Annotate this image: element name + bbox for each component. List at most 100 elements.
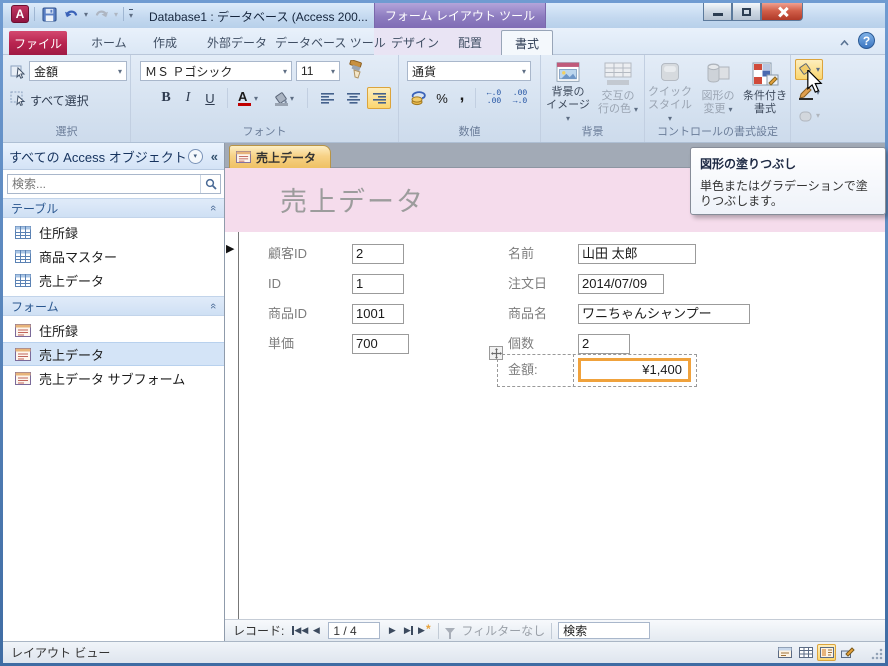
save-button[interactable] [40,5,58,23]
nav-pane-header[interactable]: すべての Access オブジェクト ▾ « [3,143,224,170]
field-label-id[interactable]: ID [268,274,281,294]
field-value-kosuu[interactable]: 2 [578,334,630,354]
layout-view-button[interactable] [817,644,836,661]
tab-format[interactable]: 書式 [501,30,553,55]
field-value-chuumonbi[interactable]: 2014/07/09 [578,274,664,294]
tab-create[interactable]: 作成 [153,34,177,51]
field-label-namae[interactable]: 名前 [508,244,534,264]
chevron-down-icon: ▾ [289,93,294,103]
field-value-kokyaku-id[interactable]: 2 [352,244,404,264]
fill-color-button[interactable]: ▾ [267,87,301,109]
tab-database-tools[interactable]: データベース ツール [275,34,386,51]
field-value-shouhin-id[interactable]: 1001 [352,304,404,324]
align-right-button[interactable] [367,87,391,109]
nav-item-table-uriage-data[interactable]: 売上データ [3,268,224,292]
underline-button[interactable]: U [199,87,221,109]
bold-button[interactable]: B [155,87,177,109]
tab-file[interactable]: ファイル [9,31,67,55]
field-label-tanka[interactable]: 単価 [268,334,294,354]
previous-record-button[interactable]: ◀ [308,623,324,639]
new-record-button[interactable]: ▶ * [416,622,432,639]
number-format-combo[interactable]: 通貨 ▾ [407,61,531,81]
undo-button[interactable] [62,5,80,23]
object-select-icon [10,65,26,79]
field-label-chuumonbi[interactable]: 注文日 [508,274,547,294]
select-all-button[interactable]: すべて選択 [30,92,89,109]
nav-item-form-uriage-subform[interactable]: 売上データ サブフォーム [3,366,224,390]
field-value-tanka[interactable]: 700 [352,334,409,354]
nav-item-table-shouhin-master[interactable]: 商品マスター [3,244,224,268]
font-color-button[interactable]: A ▾ [233,87,263,109]
field-label-shouhin-id[interactable]: 商品ID [268,304,307,324]
align-left-button[interactable] [315,87,339,109]
resize-grip[interactable] [871,648,883,660]
tab-arrange[interactable]: 配置 [458,34,482,51]
conditional-formatting-icon [752,62,779,86]
format-painter-icon[interactable] [347,60,365,80]
tab-external-data[interactable]: 外部データ [207,34,267,51]
nav-pane-menu-icon[interactable]: ▾ [187,148,203,164]
collapse-section-icon[interactable]: « [207,303,219,309]
font-size-combo[interactable]: 11 ▾ [296,61,340,81]
maximize-button[interactable] [732,3,761,21]
record-position-box[interactable]: 1 / 4 [328,622,381,639]
window-title: Database1 : データベース (Access 200... [149,10,368,24]
collapse-section-icon[interactable]: « [207,205,219,211]
form-view-button[interactable] [775,644,794,661]
background-image-button[interactable]: 背景の イメージ ▾ [543,59,593,125]
last-record-button[interactable]: ▶ [400,623,416,639]
minimize-button[interactable] [703,3,732,21]
next-record-button[interactable]: ▶ [384,623,400,639]
datasheet-view-button[interactable] [796,644,815,661]
record-selector-arrow-icon[interactable]: ▶ [226,242,234,255]
currency-format-button[interactable] [407,87,431,109]
field-label-shouhinmei[interactable]: 商品名 [508,304,547,324]
close-button[interactable] [761,3,803,21]
currency-icon [411,90,426,105]
document-tab-uriage-data[interactable]: 売上データ [229,145,331,168]
chevron-down-icon: ▾ [634,105,639,114]
help-button[interactable]: ? [858,32,875,49]
font-name-combo[interactable]: ＭＳ Ｐゴシック ▾ [140,61,292,81]
filter-icon [445,627,456,639]
table-icon [15,225,31,239]
tab-design[interactable]: デザイン [391,34,439,51]
increase-decimals-button[interactable]: ←.0 .00 [481,87,507,109]
design-view-button[interactable] [838,644,857,661]
italic-button[interactable]: I [177,87,199,109]
shutter-close-icon[interactable]: « [211,149,218,164]
form-icon [15,347,31,361]
field-label-kosuu[interactable]: 個数 [508,334,534,354]
move-handle-icon[interactable] [489,346,503,360]
comma-format-button[interactable]: , [453,85,471,109]
field-value-shouhinmei[interactable]: ワニちゃんシャンプー [578,304,750,324]
chevron-down-icon: ▾ [521,66,526,76]
section-header-forms[interactable]: フォーム « [3,296,224,316]
field-label-kokyaku-id[interactable]: 顧客ID [268,244,307,264]
record-search-input[interactable] [558,622,651,639]
nav-item-form-juushoroku[interactable]: 住所録 [3,318,224,342]
search-button[interactable] [200,175,220,193]
field-label-kingaku[interactable]: 金額: [508,360,538,380]
field-value-id[interactable]: 1 [352,274,404,294]
field-value-kingaku-selected[interactable]: ¥1,400 [578,358,691,382]
field-value-namae[interactable]: 山田 太郎 [578,244,696,264]
tab-home[interactable]: ホーム [91,34,127,51]
minimize-ribbon-icon[interactable] [840,38,849,49]
conditional-formatting-button[interactable]: 条件付き 書式 [741,59,789,125]
align-center-button[interactable] [341,87,365,109]
form-title[interactable]: 売上データ [280,180,425,219]
section-header-tables[interactable]: テーブル « [3,198,224,218]
nav-search-input[interactable] [8,175,200,193]
nav-item-form-uriage-data[interactable]: 売上データ [3,342,224,366]
object-selector-combo[interactable]: 金額 ▾ [29,61,127,81]
undo-dropdown-icon[interactable]: ▾ [84,10,88,19]
qat-customize-icon[interactable]: ▾ [129,8,134,20]
access-logo-icon[interactable]: A [11,5,29,23]
percent-format-button[interactable]: % [431,87,453,109]
nav-item-table-juushoroku[interactable]: 住所録 [3,220,224,244]
datasheet-view-icon [798,647,813,658]
first-record-button[interactable]: ◀ ◀ [292,623,308,639]
decrease-decimals-button[interactable]: .00 →.0 [507,87,533,109]
form-icon [15,371,31,385]
